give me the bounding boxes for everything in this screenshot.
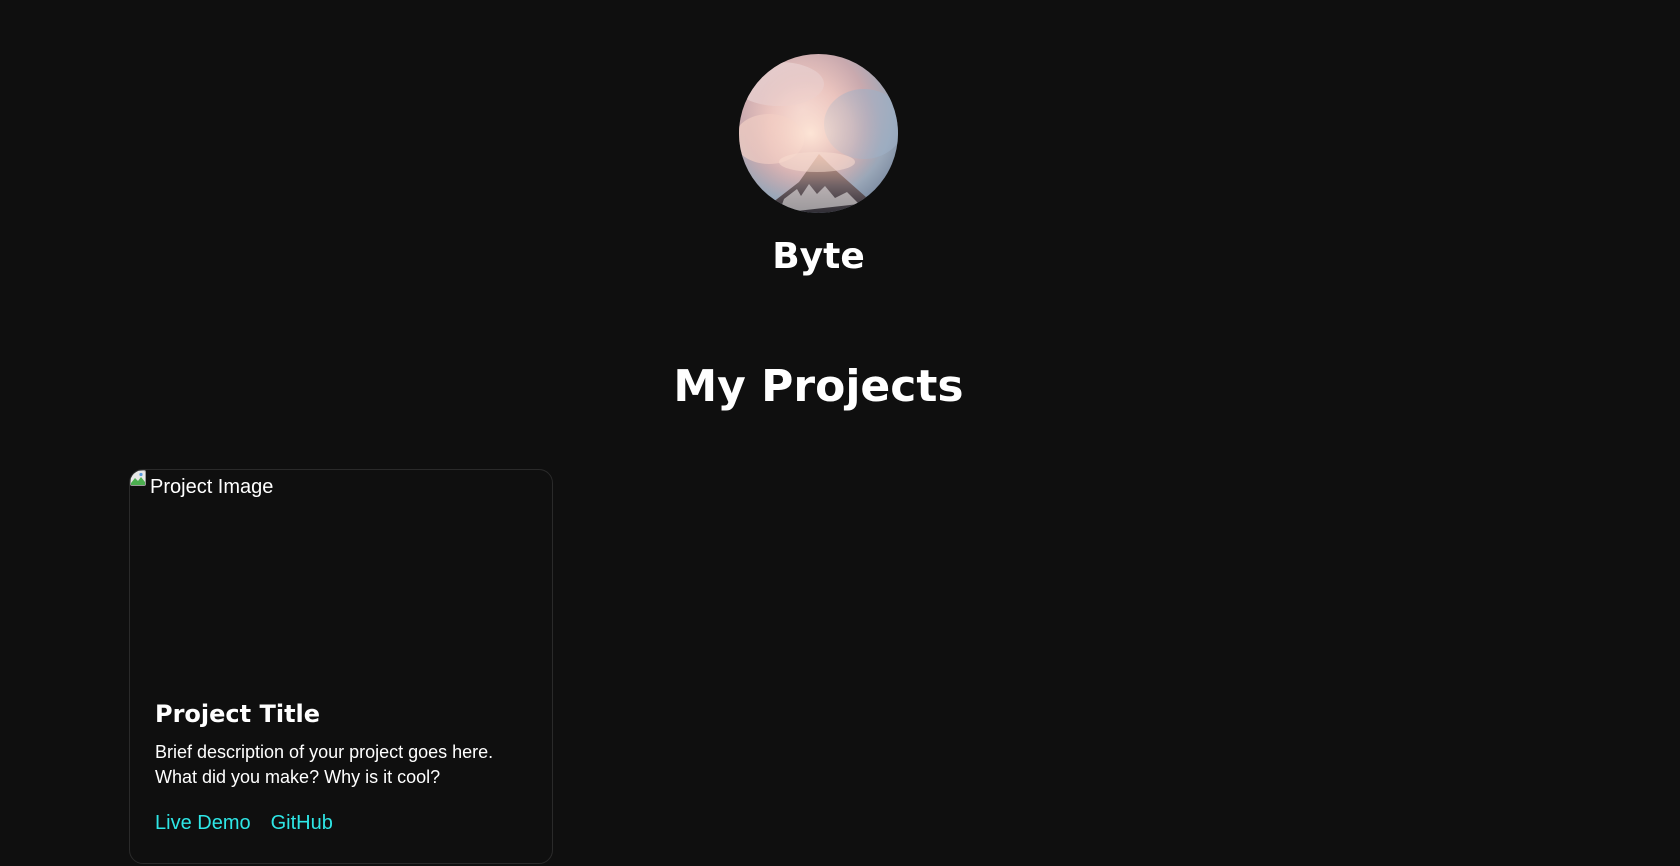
github-link[interactable]: GitHub <box>271 810 333 836</box>
project-description-line-1: Brief description of your project goes h… <box>155 742 494 762</box>
project-image: Project Image <box>130 470 552 670</box>
project-title: Project Title <box>155 700 321 728</box>
avatar <box>739 54 898 213</box>
project-links: Live Demo GitHub <box>155 810 535 836</box>
project-description-line-2: What did you make? Why is it cool? <box>155 767 441 787</box>
live-demo-link[interactable]: Live Demo <box>155 810 251 836</box>
project-description: Brief description of your project goes h… <box>155 740 535 790</box>
mountain-cloud-photo <box>739 54 898 213</box>
section-title-projects: My Projects <box>673 361 964 412</box>
project-image-alt-text: Project Image <box>150 476 274 498</box>
broken-image-icon <box>130 470 146 486</box>
profile-name: Byte <box>772 236 865 277</box>
project-card: Project Image Project Title Brief descri… <box>129 469 553 864</box>
project-card-body: Project Title Brief description of your … <box>155 698 535 836</box>
profile-header: Byte <box>0 54 1637 279</box>
portfolio-page: Byte My Projects Project Image Project T… <box>0 0 1680 866</box>
